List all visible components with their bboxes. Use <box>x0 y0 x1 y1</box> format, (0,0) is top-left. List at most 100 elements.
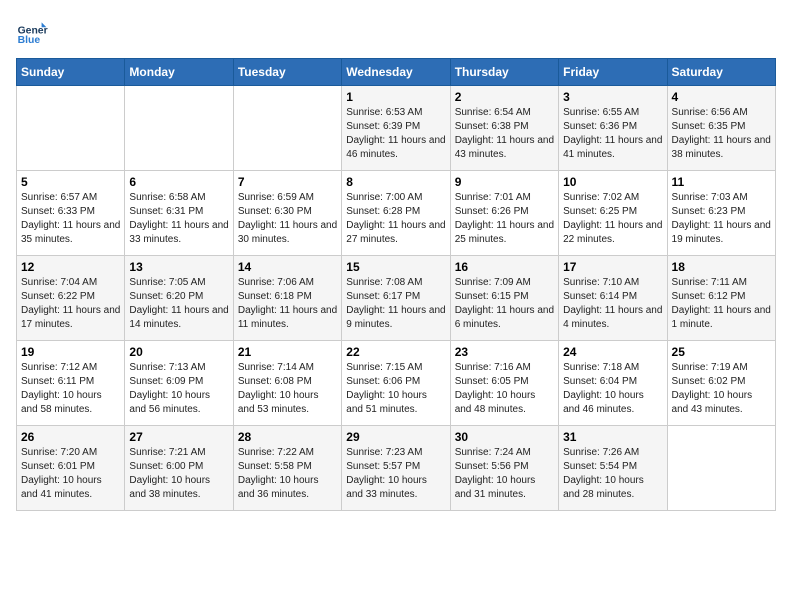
day-number: 29 <box>346 430 445 444</box>
day-info: Sunrise: 7:24 AMSunset: 5:56 PMDaylight:… <box>455 446 554 502</box>
day-info: Sunrise: 7:01 AMSunset: 6:26 PMDaylight:… <box>455 191 554 247</box>
calendar-cell: 15Sunrise: 7:08 AMSunset: 6:17 PMDayligh… <box>342 256 450 341</box>
day-info: Sunrise: 7:22 AMSunset: 5:58 PMDaylight:… <box>238 446 337 502</box>
calendar-cell <box>233 86 341 171</box>
day-info: Sunrise: 7:18 AMSunset: 6:04 PMDaylight:… <box>563 361 662 417</box>
svg-text:Blue: Blue <box>18 35 41 46</box>
day-info: Sunrise: 7:19 AMSunset: 6:02 PMDaylight:… <box>672 361 771 417</box>
day-number: 27 <box>129 430 228 444</box>
day-number: 3 <box>563 90 662 104</box>
logo-icon: General Blue <box>16 16 48 48</box>
calendar-cell: 12 Sunrise: 7:04 AMSunset: 6:22 PMDayligh… <box>17 256 125 341</box>
day-number: 14 <box>238 260 337 274</box>
calendar-cell: 5 Sunrise: 6:57 AMSunset: 6:33 PMDaylight… <box>17 171 125 256</box>
calendar-week-row: 26 Sunrise: 7:20 AMSunset: 6:01 PMDayligh… <box>17 426 776 511</box>
day-info: Sunrise: 7:16 AMSunset: 6:05 PMDaylight:… <box>455 361 554 417</box>
day-header-saturday: Saturday <box>667 59 775 86</box>
calendar-cell: 13 Sunrise: 7:05 AMSunset: 6:20 PMDayligh… <box>125 256 233 341</box>
day-header-tuesday: Tuesday <box>233 59 341 86</box>
day-number: 7 <box>238 175 337 189</box>
day-info: Sunrise: 7:08 AMSunset: 6:17 PMDaylight:… <box>346 276 445 332</box>
calendar-cell: 9 Sunrise: 7:01 AMSunset: 6:26 PMDaylight… <box>450 171 558 256</box>
day-info: Sunrise: 7:02 AMSunset: 6:25 PMDaylight:… <box>563 191 662 247</box>
day-number: 24 <box>563 345 662 359</box>
calendar-cell: 30 Sunrise: 7:24 AMSunset: 5:56 PMDayligh… <box>450 426 558 511</box>
day-number: 23 <box>455 345 554 359</box>
day-info: Sunrise: 7:26 AMSunset: 5:54 PMDaylight:… <box>563 446 662 502</box>
day-info: Sunrise: 7:14 AMSunset: 6:08 PMDaylight:… <box>238 361 337 417</box>
day-number: 17 <box>563 260 662 274</box>
day-number: 6 <box>129 175 228 189</box>
day-info: Sunrise: 6:54 AMSunset: 6:38 PMDaylight:… <box>455 106 554 162</box>
day-number: 19 <box>21 345 120 359</box>
calendar-cell: 29 Sunrise: 7:23 AMSunset: 5:57 PMDayligh… <box>342 426 450 511</box>
calendar-week-row: 19Sunrise: 7:12 AMSunset: 6:11 PMDayligh… <box>17 341 776 426</box>
calendar-cell: 24 Sunrise: 7:18 AMSunset: 6:04 PMDayligh… <box>559 341 667 426</box>
calendar-cell: 18Sunrise: 7:11 AMSunset: 6:12 PMDayligh… <box>667 256 775 341</box>
day-number: 28 <box>238 430 337 444</box>
day-info: Sunrise: 7:06 AMSunset: 6:18 PMDaylight:… <box>238 276 337 332</box>
day-info: Sunrise: 7:04 AMSunset: 6:22 PMDaylight:… <box>21 276 120 332</box>
day-number: 25 <box>672 345 771 359</box>
calendar-cell: 11 Sunrise: 7:03 AMSunset: 6:23 PMDayligh… <box>667 171 775 256</box>
calendar-table: SundayMondayTuesdayWednesdayThursdayFrid… <box>16 58 776 511</box>
page-header: General Blue <box>16 16 776 48</box>
day-info: Sunrise: 7:05 AMSunset: 6:20 PMDaylight:… <box>129 276 228 332</box>
calendar-cell: 19Sunrise: 7:12 AMSunset: 6:11 PMDayligh… <box>17 341 125 426</box>
calendar-week-row: 5 Sunrise: 6:57 AMSunset: 6:33 PMDaylight… <box>17 171 776 256</box>
calendar-cell: 23 Sunrise: 7:16 AMSunset: 6:05 PMDayligh… <box>450 341 558 426</box>
day-header-wednesday: Wednesday <box>342 59 450 86</box>
day-header-friday: Friday <box>559 59 667 86</box>
calendar-week-row: 1 Sunrise: 6:53 AMSunset: 6:39 PMDaylight… <box>17 86 776 171</box>
calendar-cell: 4 Sunrise: 6:56 AMSunset: 6:35 PMDaylight… <box>667 86 775 171</box>
day-info: Sunrise: 7:23 AMSunset: 5:57 PMDaylight:… <box>346 446 445 502</box>
calendar-cell: 7 Sunrise: 6:59 AMSunset: 6:30 PMDaylight… <box>233 171 341 256</box>
day-number: 12 <box>21 260 120 274</box>
day-info: Sunrise: 7:15 AMSunset: 6:06 PMDaylight:… <box>346 361 445 417</box>
day-number: 4 <box>672 90 771 104</box>
day-info: Sunrise: 6:57 AMSunset: 6:33 PMDaylight:… <box>21 191 120 247</box>
calendar-cell: 17 Sunrise: 7:10 AMSunset: 6:14 PMDayligh… <box>559 256 667 341</box>
day-number: 2 <box>455 90 554 104</box>
calendar-cell: 25 Sunrise: 7:19 AMSunset: 6:02 PMDayligh… <box>667 341 775 426</box>
day-number: 11 <box>672 175 771 189</box>
day-info: Sunrise: 6:53 AMSunset: 6:39 PMDaylight:… <box>346 106 445 162</box>
day-info: Sunrise: 6:59 AMSunset: 6:30 PMDaylight:… <box>238 191 337 247</box>
calendar-cell <box>125 86 233 171</box>
day-header-monday: Monday <box>125 59 233 86</box>
day-number: 16 <box>455 260 554 274</box>
calendar-cell <box>667 426 775 511</box>
day-number: 30 <box>455 430 554 444</box>
day-header-thursday: Thursday <box>450 59 558 86</box>
calendar-cell: 16 Sunrise: 7:09 AMSunset: 6:15 PMDayligh… <box>450 256 558 341</box>
calendar-cell: 6 Sunrise: 6:58 AMSunset: 6:31 PMDaylight… <box>125 171 233 256</box>
day-number: 31 <box>563 430 662 444</box>
calendar-cell: 22 Sunrise: 7:15 AMSunset: 6:06 PMDayligh… <box>342 341 450 426</box>
calendar-cell: 27Sunrise: 7:21 AMSunset: 6:00 PMDayligh… <box>125 426 233 511</box>
day-number: 8 <box>346 175 445 189</box>
calendar-cell: 3 Sunrise: 6:55 AMSunset: 6:36 PMDaylight… <box>559 86 667 171</box>
day-info: Sunrise: 7:13 AMSunset: 6:09 PMDaylight:… <box>129 361 228 417</box>
day-number: 13 <box>129 260 228 274</box>
calendar-cell: 21Sunrise: 7:14 AMSunset: 6:08 PMDayligh… <box>233 341 341 426</box>
calendar-cell: 31 Sunrise: 7:26 AMSunset: 5:54 PMDayligh… <box>559 426 667 511</box>
day-info: Sunrise: 7:20 AMSunset: 6:01 PMDaylight:… <box>21 446 120 502</box>
day-info: Sunrise: 7:11 AMSunset: 6:12 PMDaylight:… <box>672 276 771 332</box>
day-header-sunday: Sunday <box>17 59 125 86</box>
day-number: 5 <box>21 175 120 189</box>
day-info: Sunrise: 6:58 AMSunset: 6:31 PMDaylight:… <box>129 191 228 247</box>
day-info: Sunrise: 7:03 AMSunset: 6:23 PMDaylight:… <box>672 191 771 247</box>
calendar-cell: 26 Sunrise: 7:20 AMSunset: 6:01 PMDayligh… <box>17 426 125 511</box>
day-info: Sunrise: 6:55 AMSunset: 6:36 PMDaylight:… <box>563 106 662 162</box>
day-number: 9 <box>455 175 554 189</box>
day-number: 1 <box>346 90 445 104</box>
calendar-cell: 20Sunrise: 7:13 AMSunset: 6:09 PMDayligh… <box>125 341 233 426</box>
calendar-cell <box>17 86 125 171</box>
day-number: 26 <box>21 430 120 444</box>
day-number: 22 <box>346 345 445 359</box>
day-number: 10 <box>563 175 662 189</box>
calendar-cell: 10 Sunrise: 7:02 AMSunset: 6:25 PMDayligh… <box>559 171 667 256</box>
day-info: Sunrise: 7:09 AMSunset: 6:15 PMDaylight:… <box>455 276 554 332</box>
day-info: Sunrise: 6:56 AMSunset: 6:35 PMDaylight:… <box>672 106 771 162</box>
day-info: Sunrise: 7:10 AMSunset: 6:14 PMDaylight:… <box>563 276 662 332</box>
